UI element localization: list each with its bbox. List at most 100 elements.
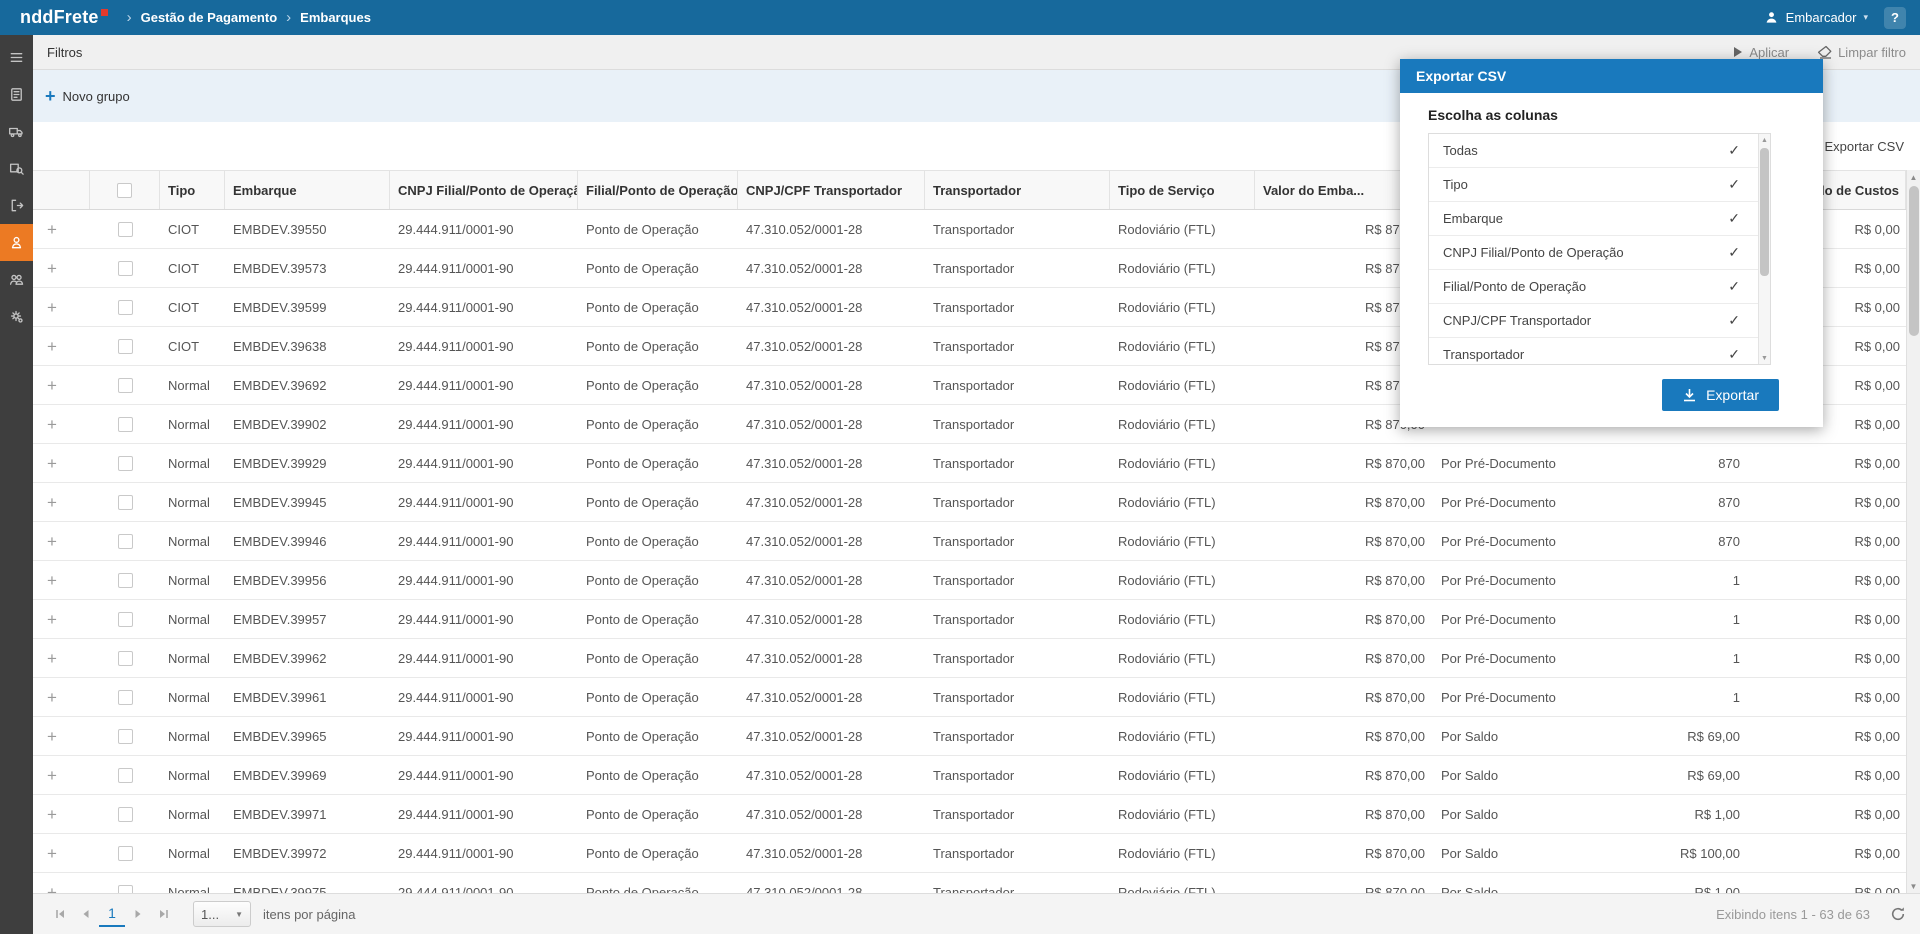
row-checkbox[interactable] [118, 690, 133, 705]
cell-transportador: Transportador [925, 366, 1110, 404]
row-checkbox[interactable] [118, 300, 133, 315]
column-option[interactable]: Filial/Ponto de Operação✓ [1429, 270, 1770, 304]
refresh-button[interactable] [1890, 906, 1906, 922]
pagination-summary: Exibindo itens 1 - 63 de 63 [1716, 907, 1870, 922]
last-page-button[interactable] [151, 901, 177, 927]
clear-filter-button[interactable]: Limpar filtro [1817, 45, 1906, 60]
column-list-scrollbar[interactable]: ▲ ▼ [1758, 134, 1770, 364]
table-row: +NormalEMBDEV.3997129.444.911/0001-90Pon… [33, 795, 1906, 834]
row-checkbox[interactable] [118, 807, 133, 822]
expand-row-button[interactable]: + [47, 494, 57, 511]
scrollbar-thumb[interactable] [1909, 186, 1919, 336]
prev-page-button[interactable] [73, 901, 99, 927]
column-header-5[interactable]: Filial/Ponto de Operação [578, 171, 738, 209]
cell-cnpj_filial: 29.444.911/0001-90 [390, 600, 578, 638]
export-csv-label: Exportar CSV [1825, 139, 1904, 154]
help-button[interactable]: ? [1884, 7, 1906, 29]
expand-row-button[interactable]: + [47, 533, 57, 550]
row-checkbox[interactable] [118, 885, 133, 894]
vertical-scrollbar[interactable]: ▲ ▼ [1906, 170, 1920, 893]
breadcrumb-embarques[interactable]: Embarques [300, 10, 371, 25]
expand-row-button[interactable]: + [47, 260, 57, 277]
truck-icon[interactable] [0, 113, 33, 150]
select-all-checkbox[interactable] [117, 183, 132, 198]
cell-embarque: EMBDEV.39972 [225, 834, 390, 872]
expand-row-button[interactable]: + [47, 416, 57, 433]
check-icon: ✓ [1728, 312, 1740, 329]
scroll-up-icon[interactable]: ▲ [1759, 134, 1770, 146]
row-checkbox[interactable] [118, 456, 133, 471]
new-group-button[interactable]: + Novo grupo [45, 87, 130, 105]
settings-icon[interactable] [0, 298, 33, 335]
logout-icon[interactable] [0, 187, 33, 224]
row-checkbox[interactable] [118, 846, 133, 861]
column-header-2[interactable]: Tipo [160, 171, 225, 209]
cell-forma: Por Pré-Documento [1433, 600, 1613, 638]
hamburger-icon[interactable] [0, 39, 33, 76]
expand-row-button[interactable]: + [47, 689, 57, 706]
column-header-6[interactable]: CNPJ/CPF Transportador [738, 171, 925, 209]
scrollbar-thumb[interactable] [1760, 148, 1769, 276]
scroll-up-icon[interactable]: ▲ [1907, 170, 1920, 184]
column-option[interactable]: Embarque✓ [1429, 202, 1770, 236]
expand-row-button[interactable]: + [47, 455, 57, 472]
scroll-down-icon[interactable]: ▼ [1907, 879, 1920, 893]
column-header-8[interactable]: Tipo de Serviço [1110, 171, 1255, 209]
current-page-button[interactable]: 1 [99, 901, 125, 927]
column-option[interactable]: Tipo✓ [1429, 168, 1770, 202]
row-checkbox[interactable] [118, 222, 133, 237]
user-menu[interactable]: Embarcador ▾ [1764, 10, 1868, 25]
app-logo[interactable]: nddFrete [20, 7, 108, 28]
row-checkbox[interactable] [118, 729, 133, 744]
expand-row-button[interactable]: + [47, 377, 57, 394]
row-checkbox[interactable] [118, 534, 133, 549]
column-header-3[interactable]: Embarque [225, 171, 390, 209]
column-header-7[interactable]: Transportador [925, 171, 1110, 209]
check-icon: ✓ [1728, 278, 1740, 295]
expand-row-button[interactable]: + [47, 572, 57, 589]
row-checkbox[interactable] [118, 573, 133, 588]
row-checkbox[interactable] [118, 612, 133, 627]
search-package-icon[interactable] [0, 150, 33, 187]
expand-row-button[interactable]: + [47, 299, 57, 316]
breadcrumb-gestao-pagamento[interactable]: Gestão de Pagamento [141, 10, 278, 25]
expand-row-button[interactable]: + [47, 221, 57, 238]
column-option[interactable]: CNPJ Filial/Ponto de Operação✓ [1429, 236, 1770, 270]
expand-row-button[interactable]: + [47, 728, 57, 745]
cell-saldo: R$ 69,00 [1613, 756, 1748, 794]
scroll-down-icon[interactable]: ▼ [1759, 352, 1770, 364]
first-page-button[interactable] [47, 901, 73, 927]
apply-filter-button[interactable]: Aplicar [1733, 45, 1789, 60]
cell-embarque: EMBDEV.39965 [225, 717, 390, 755]
expand-row-button[interactable]: + [47, 611, 57, 628]
documents-icon[interactable] [0, 76, 33, 113]
column-option[interactable]: Todas✓ [1429, 134, 1770, 168]
expand-row-button[interactable]: + [47, 845, 57, 862]
row-checkbox[interactable] [118, 378, 133, 393]
header-checkbox-cell[interactable] [90, 171, 160, 209]
expand-row-button[interactable]: + [47, 884, 57, 894]
column-option-label: Tipo [1443, 177, 1468, 192]
column-option[interactable]: CNPJ/CPF Transportador✓ [1429, 304, 1770, 338]
expand-cell: + [33, 795, 90, 833]
expand-row-button[interactable]: + [47, 650, 57, 667]
column-option[interactable]: Transportador✓ [1429, 338, 1770, 365]
row-checkbox[interactable] [118, 261, 133, 276]
expand-row-button[interactable]: + [47, 767, 57, 784]
page-size-select[interactable]: 1... ▼ [193, 901, 251, 927]
column-header-4[interactable]: CNPJ Filial/Ponto de Operação [390, 171, 578, 209]
table-row: +NormalEMBDEV.3992929.444.911/0001-90Pon… [33, 444, 1906, 483]
next-page-button[interactable] [125, 901, 151, 927]
users-icon[interactable] [0, 261, 33, 298]
row-checkbox[interactable] [118, 768, 133, 783]
row-checkbox[interactable] [118, 417, 133, 432]
expand-row-button[interactable]: + [47, 806, 57, 823]
row-checkbox[interactable] [118, 651, 133, 666]
row-checkbox[interactable] [118, 339, 133, 354]
row-checkbox[interactable] [118, 495, 133, 510]
export-button[interactable]: Exportar [1662, 379, 1779, 411]
export-csv-modal: Exportar CSV Escolha as colunas Todas✓Ti… [1400, 59, 1823, 427]
user-icon[interactable] [0, 224, 33, 261]
cell-transportador: Transportador [925, 327, 1110, 365]
expand-row-button[interactable]: + [47, 338, 57, 355]
